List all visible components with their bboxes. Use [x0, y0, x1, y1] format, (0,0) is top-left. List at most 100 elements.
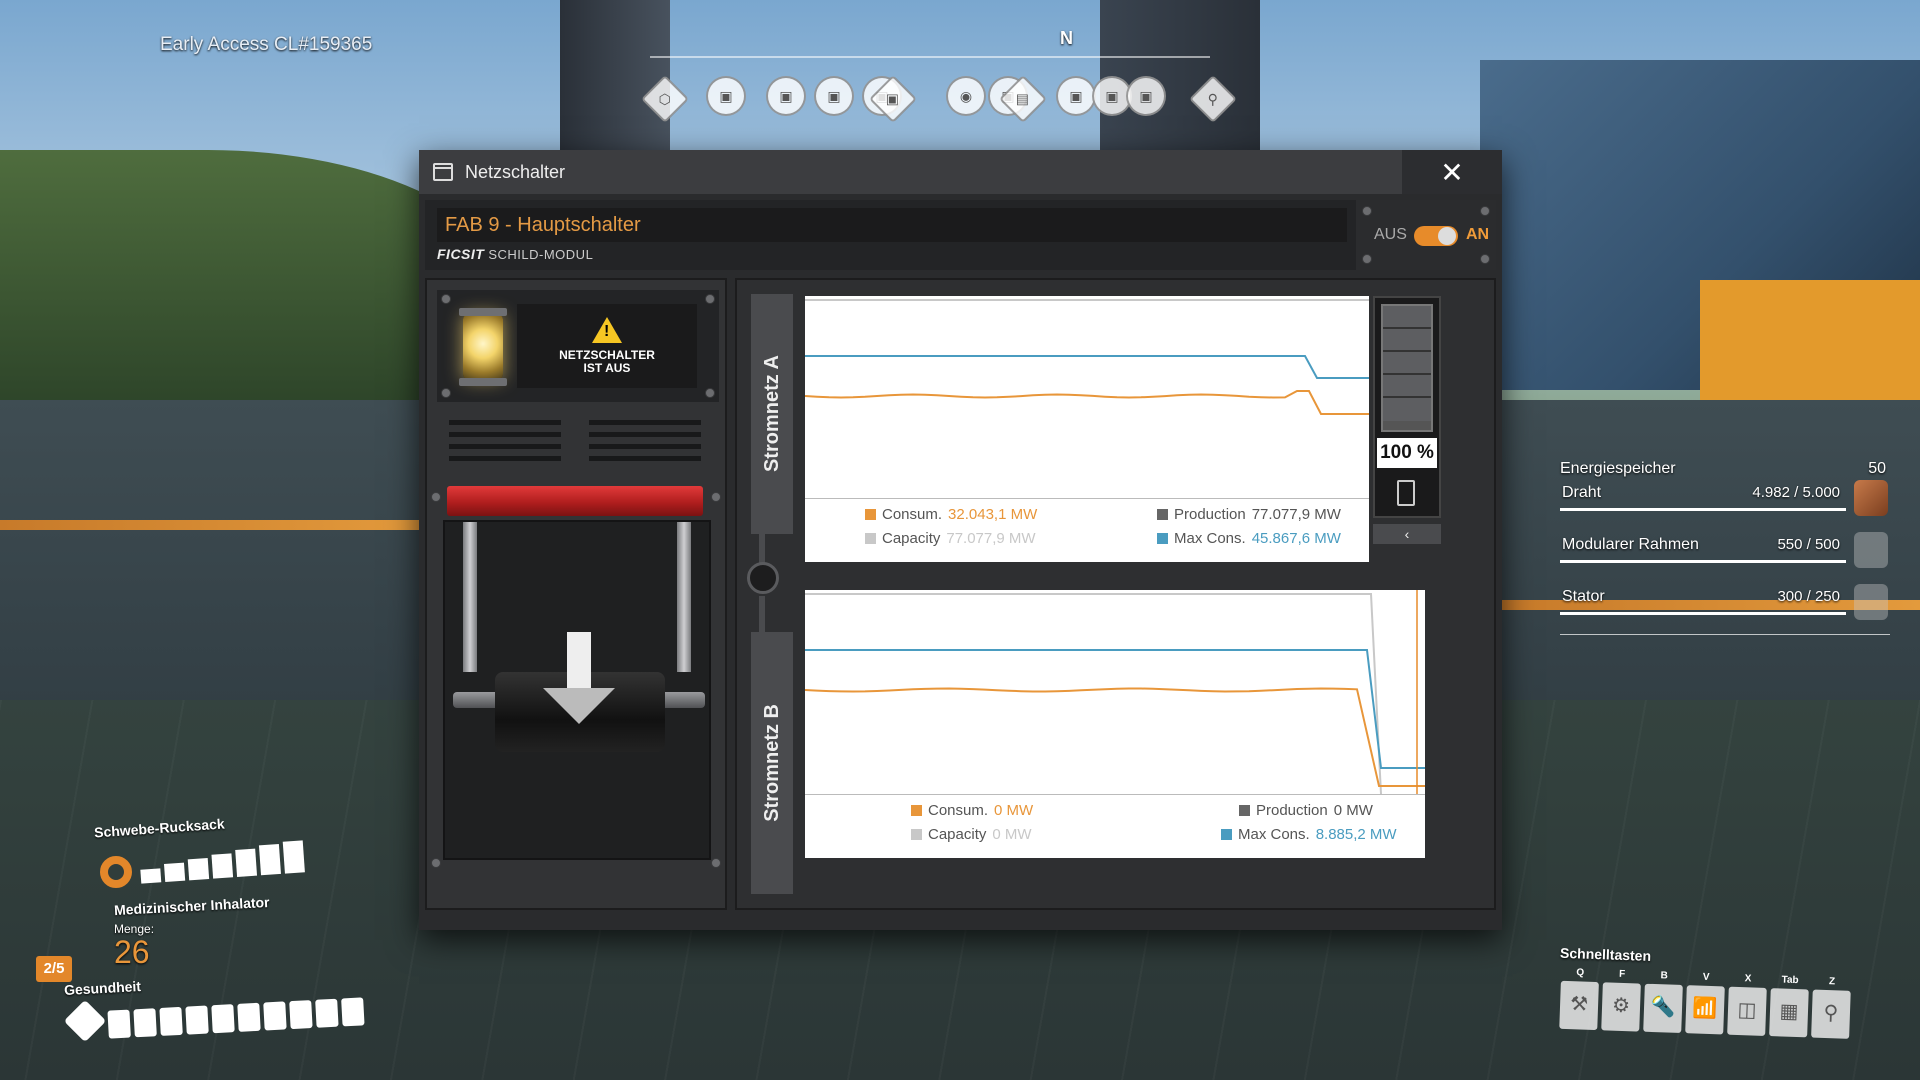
- switch-name-field[interactable]: FAB 9 - Hauptschalter: [437, 208, 1347, 242]
- jetpack-fuel-icon: [100, 856, 132, 888]
- battery-icon: [1397, 480, 1415, 506]
- screw-icon: [711, 492, 721, 502]
- power-switch-window: Netzschalter ✕ FAB 9 - Hauptschalter FIC…: [419, 150, 1502, 930]
- resource-row: Stator 300 / 250: [1560, 582, 1890, 634]
- quickslot-b[interactable]: B 🔦: [1643, 970, 1683, 1034]
- ficsit-module-label: SCHILD-MODUL: [488, 247, 594, 262]
- status-text: NETZSCHALTER IST AUS: [559, 349, 655, 375]
- grid-b-label-tab: Stromnetz B: [751, 632, 793, 894]
- radio-tower-icon: ⚲: [1188, 74, 1238, 124]
- grid-connector: [759, 596, 765, 636]
- power-toggle[interactable]: [1414, 226, 1458, 246]
- toggle-on-label: AN: [1466, 226, 1490, 243]
- resource-tracker-count: 50: [1868, 460, 1886, 477]
- resource-value: 4.982 / 5.000: [1752, 484, 1840, 501]
- check-icon: [1854, 532, 1888, 568]
- quickslot-tab[interactable]: Tab ▦: [1769, 974, 1809, 1038]
- resource-value: 550 / 500: [1777, 536, 1840, 553]
- grid-a-label: Stromnetz A: [760, 355, 783, 473]
- grid-a-maxcons-value: 45.867,6 MW: [1251, 530, 1341, 547]
- screw-icon: [431, 492, 441, 502]
- grid-b-graph: Consum. 0 MW Production 0 MW Capacity 0 MW …: [805, 590, 1425, 858]
- switch-header: FAB 9 - Hauptschalter FICSIT SCHILD-MODUL…: [425, 200, 1496, 270]
- quickslot-f[interactable]: F ⚙: [1601, 969, 1641, 1032]
- toggle-knob: [1438, 227, 1456, 245]
- screw-icon: [1480, 206, 1490, 216]
- status-line-2: IST AUS: [583, 361, 631, 375]
- equipment-hud: Schwebe-Rucksack Medizinischer Inhalator…: [30, 815, 410, 1060]
- grid-a-graph: Consum. 32.043,1 MW Production 77.077,9 MW…: [805, 296, 1369, 562]
- screw-icon: [705, 388, 715, 398]
- build-gun-icon: ⚙: [1611, 994, 1631, 1018]
- resource-row: Draht 4.982 / 5.000: [1560, 478, 1890, 530]
- quickslot-z[interactable]: Z ⚲: [1811, 976, 1851, 1039]
- max-cons-line: [805, 355, 1369, 379]
- window-icon: [433, 163, 453, 181]
- resource-tracker-header: Energiespeicher 50: [1560, 460, 1890, 478]
- equipment-slot-fraction: 2/5: [36, 956, 72, 982]
- compass-marker-icon: ⬡: [640, 74, 690, 124]
- switch-control-panel: ! NETZSCHALTER IST AUS: [425, 278, 727, 910]
- consumption-line: [805, 390, 1369, 415]
- max-cons-line: [805, 649, 1425, 769]
- compass-bar: [650, 56, 1210, 58]
- resource-label: Draht: [1562, 484, 1602, 501]
- grid-a-production-value: 77.077,9 MW: [1251, 506, 1341, 523]
- compass-marker-icon: ▣: [814, 76, 854, 116]
- window-titlebar[interactable]: Netzschalter ✕: [419, 150, 1502, 194]
- legend-consumption: Consum. 32.043,1 MW: [865, 506, 1037, 523]
- compass-marker-icon: ▣: [1056, 76, 1096, 116]
- close-button[interactable]: ✕: [1402, 150, 1502, 194]
- power-graphs-panel: Stromnetz A Stromnetz B Consum. 32.043,1 …: [735, 278, 1496, 910]
- quickslot-v[interactable]: V 📶: [1685, 972, 1725, 1035]
- grid-b-label: Stromnetz B: [760, 704, 783, 822]
- legend-capacity: Capacity 77.077,9 MW: [865, 530, 1036, 547]
- status-box: ! NETZSCHALTER IST AUS: [437, 290, 719, 402]
- compass-north-label: N: [1060, 28, 1073, 48]
- flashlight-icon: 🔦: [1650, 995, 1676, 1019]
- screw-icon: [1362, 254, 1372, 264]
- legend-max-cons: Max Cons. 45.867,6 MW: [1157, 530, 1341, 547]
- battery-percent: 100 %: [1377, 438, 1437, 468]
- quickslot-title: Schnelltasten: [1559, 944, 1652, 964]
- screw-icon: [705, 294, 715, 304]
- resource-progress-bar: [1560, 560, 1846, 563]
- ficsit-logo: FICSIT: [437, 246, 485, 262]
- compass-marker-icon: ◉: [946, 76, 986, 116]
- quickslot-q[interactable]: Q ⚒: [1559, 967, 1599, 1031]
- ficsit-module-tag: FICSIT SCHILD-MODUL: [437, 246, 593, 262]
- background-rail: [0, 520, 420, 530]
- battery-collapse-button[interactable]: ‹: [1373, 524, 1441, 544]
- resource-value: 300 / 250: [1777, 588, 1840, 605]
- background-tower-right: [1100, 0, 1260, 150]
- screw-icon: [711, 858, 721, 868]
- status-lamp-icon: [459, 308, 507, 386]
- grid-a-capacity-value: 77.077,9 MW: [946, 530, 1036, 547]
- lever-well: [443, 520, 711, 860]
- grid-a-label-tab: Stromnetz A: [751, 294, 793, 534]
- power-toggle-box: AUS AN: [1356, 200, 1496, 270]
- resource-row: Modularer Rahmen 550 / 500: [1560, 530, 1890, 582]
- resource-tracker-title: Energiespeicher: [1560, 460, 1676, 477]
- health-label: Gesundheit: [63, 977, 142, 999]
- grid-b-production-value: 0 MW: [1333, 802, 1373, 819]
- arrow-down-icon: [543, 632, 615, 742]
- check-icon: [1854, 584, 1888, 620]
- warning-icon: !: [592, 317, 622, 343]
- background-building-accent: [1700, 280, 1920, 400]
- quickslot-x[interactable]: X ◫: [1727, 973, 1767, 1036]
- battery-indicator: 100 %: [1373, 296, 1441, 518]
- jetpack-label: Schwebe-Rucksack: [93, 815, 226, 841]
- grid-b-chart: [805, 590, 1425, 794]
- legend-max-cons: Max Cons. 8.885,2 MW: [1221, 826, 1397, 843]
- background-building-right: [1480, 60, 1920, 390]
- map-pin-icon: ⚲: [1823, 1001, 1839, 1025]
- hammer-icon: ⚒: [1569, 993, 1589, 1016]
- screw-icon: [441, 294, 451, 304]
- window-title: Netzschalter: [465, 161, 566, 182]
- heart-icon: [63, 999, 107, 1043]
- screw-icon: [1362, 206, 1372, 216]
- lever-red-bar: [447, 486, 703, 516]
- screw-icon: [431, 858, 441, 868]
- legend-consumption: Consum. 0 MW: [911, 802, 1033, 819]
